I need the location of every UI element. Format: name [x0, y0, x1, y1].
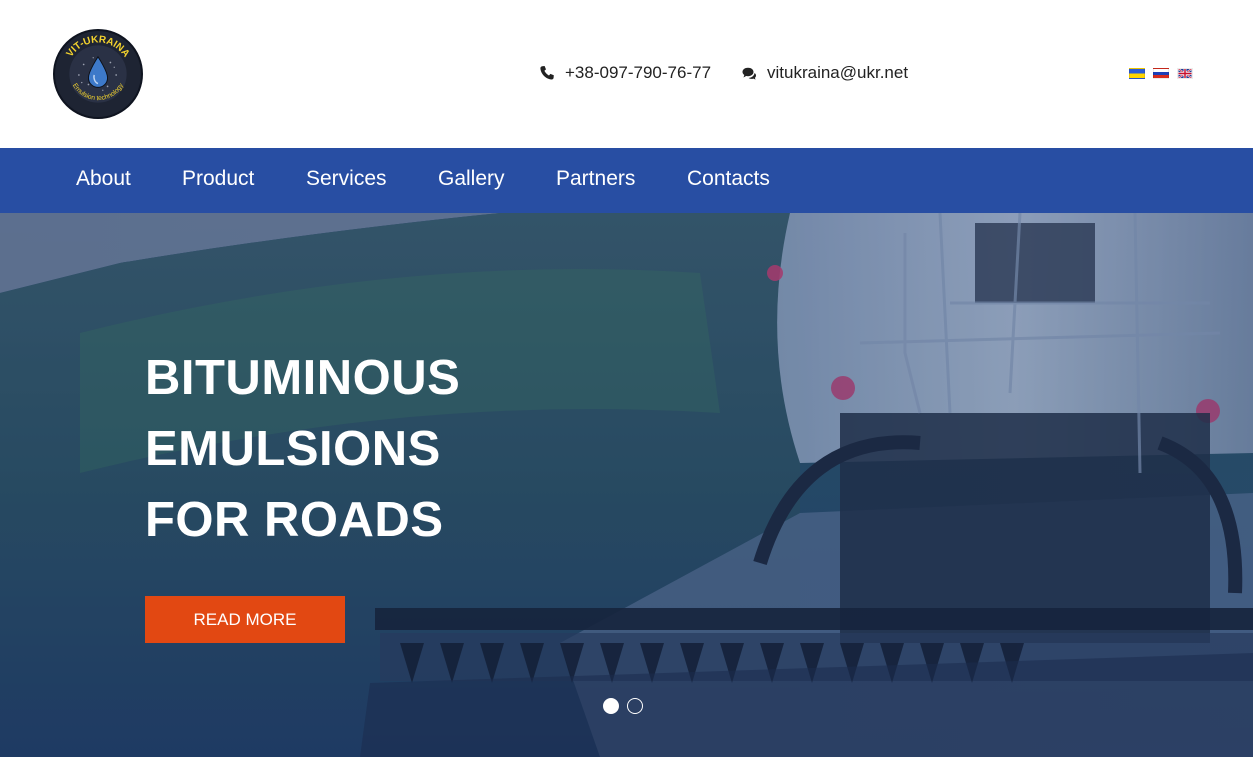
email-contact[interactable]: vitukraina@ukr.net [741, 62, 908, 84]
flag-ru-icon[interactable] [1153, 68, 1169, 79]
site-header: VIT-UKRAINA Emulsion technology +38-097-… [0, 0, 1253, 148]
hero-slider: BITUMINOUS EMULSIONS FOR ROADS READ MORE [0, 213, 1253, 757]
slider-pagination [603, 698, 643, 714]
hero-title-line: FOR ROADS [145, 493, 444, 547]
nav-item-contacts[interactable]: Contacts [687, 148, 770, 213]
nav-item-about[interactable]: About [76, 148, 131, 213]
phone-contact[interactable]: +38-097-790-76-77 [539, 62, 711, 84]
flag-ua-icon[interactable] [1129, 68, 1145, 79]
hero-title: BITUMINOUS EMULSIONS FOR ROADS [145, 343, 645, 556]
slider-dot-1[interactable] [603, 698, 619, 714]
email-address: vitukraina@ukr.net [767, 63, 909, 82]
chat-icon [742, 67, 756, 80]
phone-number: +38-097-790-76-77 [565, 63, 712, 82]
logo-emblem: VIT-UKRAINA Emulsion technology [55, 31, 141, 117]
nav-item-partners[interactable]: Partners [556, 148, 635, 213]
language-switcher [1129, 68, 1193, 79]
hero-title-line: EMULSIONS [145, 422, 441, 476]
read-more-button[interactable]: READ MORE [145, 596, 345, 643]
nav-item-product[interactable]: Product [182, 148, 254, 213]
main-nav: About Product Services Gallery Partners … [0, 148, 1253, 213]
logo[interactable]: VIT-UKRAINA Emulsion technology [53, 29, 143, 119]
phone-icon [540, 66, 554, 80]
nav-item-services[interactable]: Services [306, 148, 387, 213]
slider-dot-2[interactable] [627, 698, 643, 714]
flag-en-icon[interactable] [1177, 68, 1193, 79]
nav-item-gallery[interactable]: Gallery [438, 148, 505, 213]
hero-title-line: BITUMINOUS [145, 351, 461, 405]
